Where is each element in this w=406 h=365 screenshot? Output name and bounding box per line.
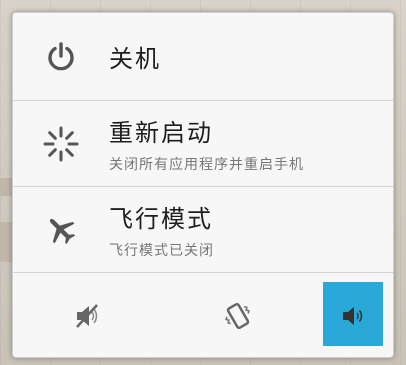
power-off-option[interactable]: 关机 [13,13,393,101]
sound-mode-bar [13,273,393,357]
silent-mode-button[interactable] [13,273,163,357]
restart-subtitle: 关闭所有应用程序并重启手机 [109,157,304,173]
power-off-title: 关机 [109,45,161,73]
sound-on-mode-button[interactable] [313,273,393,357]
vibrate-icon [225,302,250,330]
restart-title: 重新启动 [109,119,213,147]
sound-on-icon [343,307,363,325]
restart-spinner-icon [13,101,109,186]
power-icon [13,13,109,100]
sound-muted-icon [76,304,98,328]
vibrate-mode-button[interactable] [163,273,313,357]
airplane-icon [13,187,109,272]
airplane-mode-option[interactable]: 飞行模式 飞行模式已关闭 [13,187,393,273]
power-options-dialog: 关机 重新启动 关闭所有应用程序并重启手机 飞行模式 飞行模式已关闭 [12,12,394,358]
airplane-mode-subtitle: 飞行模式已关闭 [109,243,214,259]
airplane-mode-title: 飞行模式 [109,205,213,233]
restart-option[interactable]: 重新启动 关闭所有应用程序并重启手机 [13,101,393,187]
